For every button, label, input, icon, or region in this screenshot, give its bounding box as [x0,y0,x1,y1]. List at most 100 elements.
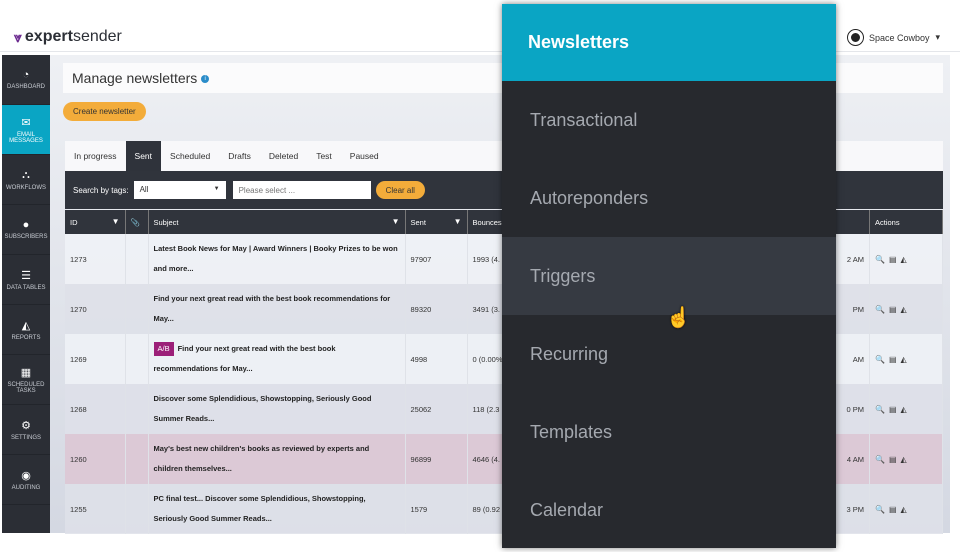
sidebar-item-label: DATA TABLES [6,284,46,291]
column-sent-label: Sent [410,217,426,227]
report-icon[interactable]: ◭ [901,255,911,264]
cell-actions: 🔍▤◭ [869,284,943,334]
subject-text[interactable]: Discover some Splendidious, Showstopping… [154,394,372,423]
user-menu[interactable]: Space Cowboy ▾ [848,30,940,45]
logo-mark-icon: ⩔ [14,28,22,45]
sidebar-item-email-messages[interactable]: ✉ EMAIL MESSAGES [2,105,50,155]
column-id[interactable]: ID ▼ [65,210,126,234]
menu-header-newsletters[interactable]: Newsletters [502,4,836,81]
column-actions-label: Actions [875,217,900,227]
report-icon[interactable]: ◭ [901,305,911,314]
preview-icon[interactable]: 🔍 [875,455,889,464]
sidebar-item-data-tables[interactable]: ☰ DATA TABLES [2,255,50,305]
sidebar-item-auditing[interactable]: ◉ AUDITING [2,455,50,505]
caret-down-icon: ▾ [935,32,941,42]
preview-icon[interactable]: 🔍 [875,355,889,364]
sidebar-item-scheduled-tasks[interactable]: ▦ SCHEDULED TASKS [2,355,50,405]
date-text: 3 PM [846,504,864,514]
gears-icon: ⚙ [21,419,31,432]
tags-select[interactable]: All [133,181,226,199]
page-title: Manage newsletters [72,70,198,86]
cell-subject[interactable]: PC final test... Discover some Splendidi… [148,484,406,534]
tab-in-progress[interactable]: In progress [65,141,126,171]
subject-text[interactable]: Latest Book News for May | Award Winners… [154,244,398,273]
menu-item-transactional[interactable]: Transactional [502,81,836,159]
cell-attachment [125,284,149,334]
column-subject[interactable]: Subject ▼ [148,210,406,234]
report-icon[interactable]: ◭ [901,405,911,414]
tab-deleted[interactable]: Deleted [260,141,307,171]
tab-sent[interactable]: Sent [125,141,162,171]
tab-test[interactable]: Test [307,141,341,171]
clear-all-button[interactable]: Clear all [375,181,425,199]
sidebar-item-label: REPORTS [11,334,41,341]
subject-text[interactable]: Find your next great read with the best … [154,294,391,323]
cell-subject[interactable]: May's best new children's books as revie… [148,434,406,484]
tags-input[interactable] [232,181,371,199]
subject-text[interactable]: PC final test... Discover some Splendidi… [154,494,366,523]
menu-item-autoreponders[interactable]: Autoreponders [502,159,836,237]
cell-sent: 4998 [405,334,468,384]
sidebar-item-reports[interactable]: ◭ REPORTS [2,305,50,355]
cell-id: 1273 [65,234,126,284]
cell-id: 1270 [65,284,126,334]
preview-icon[interactable]: 🔍 [875,255,889,264]
details-icon[interactable]: ▤ [889,305,901,314]
sidebar-item-label: DASHBOARD [6,84,45,90]
logo[interactable]: ⩔ expertsender [14,28,122,46]
column-attachment: 📎 [125,210,149,234]
paperclip-icon: 📎 [130,217,140,227]
subject-text[interactable]: May's best new children's books as revie… [154,444,370,473]
preview-icon[interactable]: 🔍 [875,505,889,514]
filter-icon[interactable]: ▼ [454,217,462,226]
create-newsletter-button[interactable]: Create newsletter [63,102,146,121]
sidebar-item-dashboard[interactable]: ◔ DASHBOARD [2,55,50,105]
cell-subject[interactable]: A/B Find your next great read with the be… [148,334,406,384]
tab-paused[interactable]: Paused [341,141,388,171]
logo-text: expert [24,28,73,45]
date-text: 0 PM [846,404,864,414]
details-icon[interactable]: ▤ [889,405,901,414]
tab-drafts[interactable]: Drafts [219,141,260,171]
sidebar-item-settings[interactable]: ⚙ SETTINGS [2,405,50,455]
subject-text[interactable]: Find your next great read with the best … [154,344,336,373]
column-bounces-label: Bounces [472,217,502,227]
report-icon[interactable]: ◭ [901,355,911,364]
cell-attachment [125,434,149,484]
hand-cursor-icon: ☝ [666,307,691,329]
ab-badge: A/B [153,342,174,356]
details-icon[interactable]: ▤ [889,355,901,364]
date-text: AM [852,354,864,364]
preview-icon[interactable]: 🔍 [875,305,889,314]
sidebar-item-label: EMAIL MESSAGES [9,131,43,144]
sidebar-item-workflows[interactable]: ⛬ WORKFLOWS [2,155,50,205]
sidebar-item-label: WORKFLOWS [6,184,46,191]
filter-icon[interactable]: ▼ [112,217,120,226]
cell-subject[interactable]: Latest Book News for May | Award Winners… [148,234,406,284]
menu-item-calendar[interactable]: Calendar [502,471,836,549]
date-text: 4 AM [846,454,864,464]
cell-actions: 🔍▤◭ [869,484,943,534]
report-icon[interactable]: ◭ [901,455,911,464]
menu-item-templates[interactable]: Templates [502,393,836,471]
cell-subject[interactable]: Discover some Splendidious, Showstopping… [148,384,406,434]
preview-icon[interactable]: 🔍 [875,405,889,414]
info-icon[interactable]: i [201,75,210,84]
eye-icon: ◉ [21,469,31,482]
details-icon[interactable]: ▤ [889,505,901,514]
cell-sent: 25062 [405,384,468,434]
sidebar-item-label: SUBSCRIBERS [4,234,48,240]
menu-item-triggers[interactable]: Triggers [502,237,836,315]
column-sent[interactable]: Sent ▼ [405,210,468,234]
sidebar-item-subscribers[interactable]: ● SUBSCRIBERS [2,205,50,255]
filter-icon[interactable]: ▼ [392,217,400,226]
tab-scheduled[interactable]: Scheduled [161,141,219,171]
details-icon[interactable]: ▤ [889,455,901,464]
area-chart-icon: ◭ [21,319,31,332]
cell-subject[interactable]: Find your next great read with the best … [148,284,406,334]
report-icon[interactable]: ◭ [901,505,911,514]
cell-sent: 96899 [405,434,468,484]
user-icon: ● [22,219,30,231]
column-subject-label: Subject [153,217,179,227]
details-icon[interactable]: ▤ [889,255,901,264]
